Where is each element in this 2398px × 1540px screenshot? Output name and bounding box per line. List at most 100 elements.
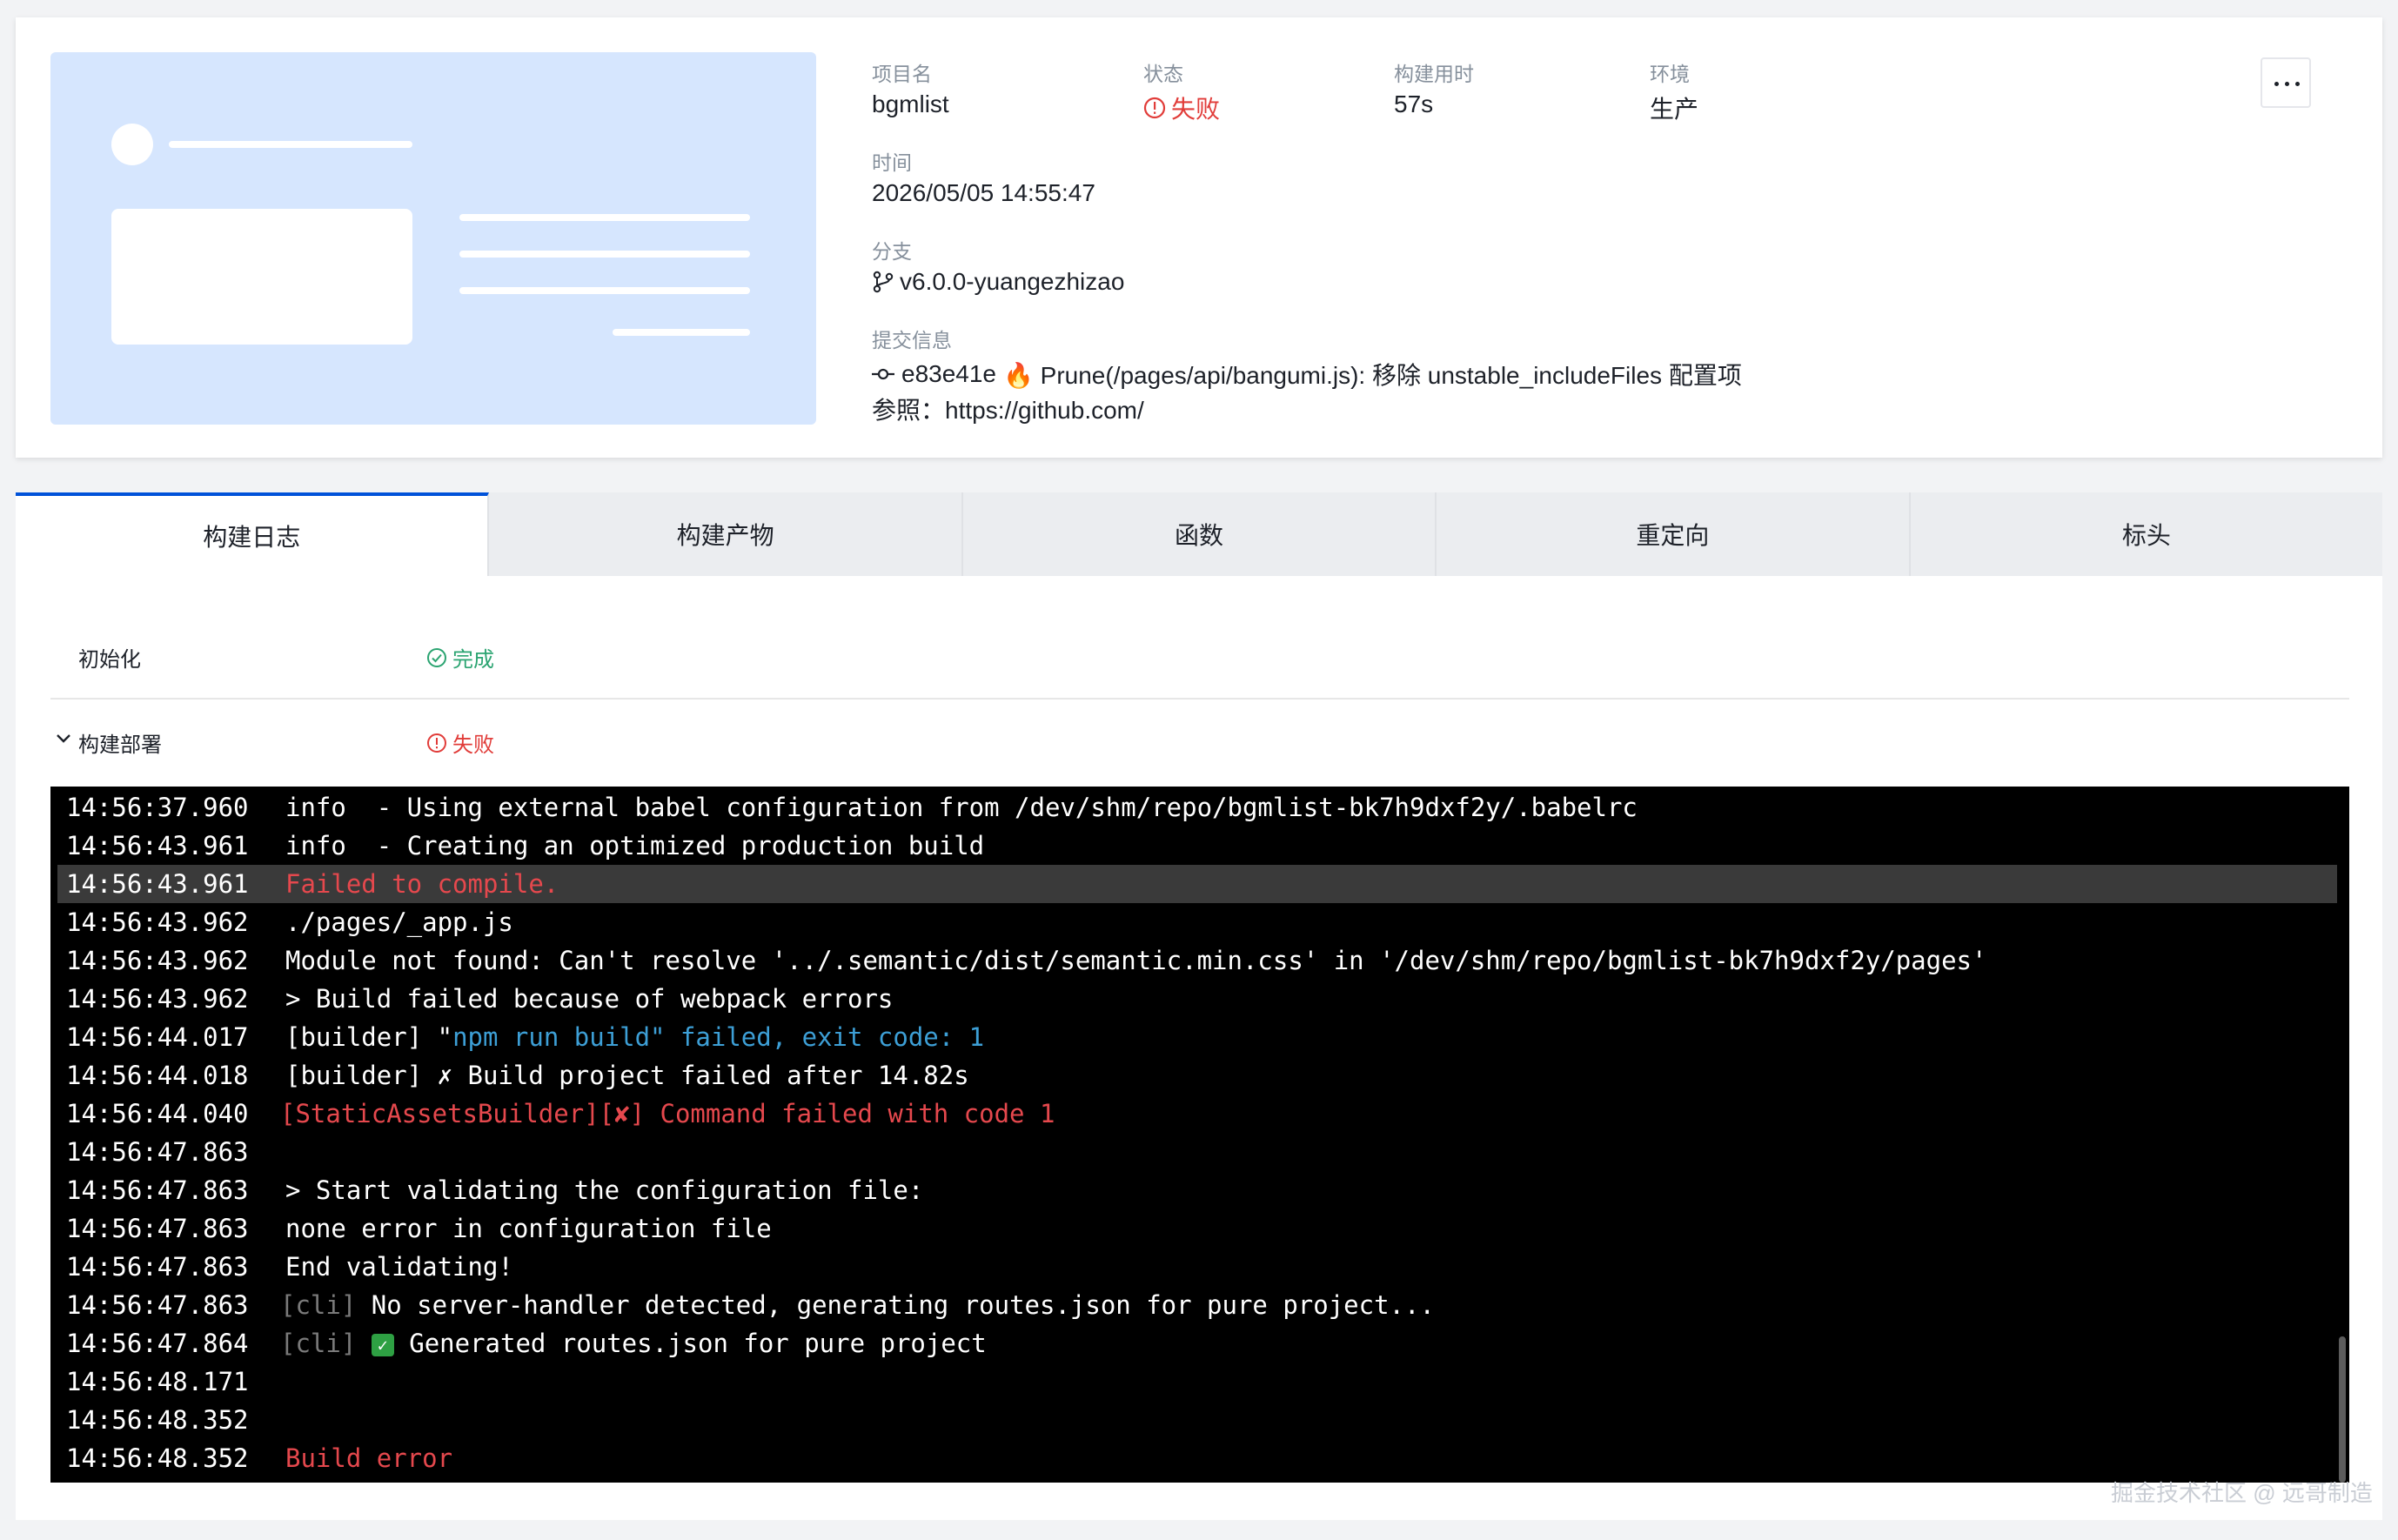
log-message: none error in configuration file <box>285 1214 772 1243</box>
log-message-part: [cli] <box>280 1290 357 1320</box>
log-message-part: [builder] " <box>285 1022 453 1052</box>
log-message: [builder] ✗ Build project failed after 1… <box>285 1061 969 1090</box>
log-line: 14:56:44.017 [builder] "npm run build" fa… <box>50 1018 2349 1056</box>
status-text: 失败 <box>1171 96 1221 123</box>
log-message: info - Using external babel configuratio… <box>285 793 1638 822</box>
log-message: ./pages/_app.js <box>285 907 513 937</box>
log-timestamp: 14:56:43.962 <box>66 907 249 937</box>
tab-build-artifacts[interactable]: 构建产物 <box>489 492 963 576</box>
tab-functions[interactable]: 函数 <box>963 492 1437 576</box>
stage-status-text: 完成 <box>452 648 494 672</box>
log-timestamp: 14:56:47.863 <box>66 1214 249 1243</box>
more-dot <box>2285 82 2289 86</box>
check-mark-icon: ✓ <box>371 1334 394 1356</box>
watermark: 掘金技术社区 @ 远哥制造 <box>2111 1480 2373 1506</box>
preview-avatar-shape <box>111 124 153 165</box>
log-line: 14:56:43.962 ./pages/_app.js <box>50 903 2349 941</box>
stage-row-init[interactable]: 初始化 完成 <box>16 576 2349 698</box>
log-line: 14:56:43.961 info - Creating an optimized… <box>50 827 2349 865</box>
check-circle-icon <box>427 647 446 667</box>
log-line: 14:56:47.863 > Start validating the confi… <box>50 1171 2349 1209</box>
branch-value[interactable]: v6.0.0-yuangezhizao <box>872 268 1124 296</box>
detail-tabs: 构建日志 构建产物 函数 重定向 标头 <box>16 492 2382 576</box>
status-value: 失败 <box>1143 90 1220 125</box>
log-timestamp: 14:56:47.863 <box>66 1252 249 1282</box>
log-timestamp: 14:56:48.171 <box>66 1367 249 1396</box>
site-preview-thumbnail[interactable] <box>50 52 816 425</box>
commit-ref[interactable]: 参照：https://github.com/ <box>872 392 1144 426</box>
log-message: Build error <box>285 1443 453 1473</box>
chevron-down-icon[interactable] <box>54 729 73 748</box>
commit-value[interactable]: e83e41e 🔥 Prune(/pages/api/bangumi.js): … <box>872 357 1742 392</box>
preview-line <box>613 329 750 336</box>
stage-name: 构建部署 <box>78 733 162 757</box>
log-message: End validating! <box>285 1252 513 1282</box>
deployment-summary-card: 项目名 bgmlist 状态 失败 构建用时 57s 环境 生产 时间 2026… <box>16 17 2382 458</box>
log-line-highlighted: 14:56:43.961 Failed to compile. <box>57 865 2337 903</box>
branch-label: 分支 <box>872 240 912 263</box>
log-line: 14:56:48.171 <box>50 1363 2349 1401</box>
log-line: 14:56:44.018 [builder] ✗ Build project fa… <box>50 1056 2349 1095</box>
commit-hash: e83e41e <box>901 360 997 387</box>
project-name: bgmlist <box>872 90 949 117</box>
log-message: [builder] "npm run build" failed, exit c… <box>285 1018 984 1056</box>
status-label: 状态 <box>1143 63 1183 85</box>
log-line: 14:56:47.863 none error in configuration … <box>50 1209 2349 1248</box>
log-timestamp: 14:56:48.352 <box>66 1443 249 1473</box>
build-log-panel: 初始化 完成 构建部署 失败 14:56:37.960 info - Using … <box>16 576 2382 1520</box>
log-timestamp: 14:56:44.017 <box>66 1022 249 1052</box>
time-value: 2026/05/05 14:55:47 <box>872 179 1095 206</box>
log-line: 14:56:47.864 [cli] ✓ Generated routes.jso… <box>50 1324 2349 1363</box>
preview-line <box>459 251 750 258</box>
log-message: > Start validating the configuration fil… <box>285 1175 924 1205</box>
log-line: 14:56:48.352 <box>50 1401 2349 1439</box>
commit-message: 🔥 Prune(/pages/api/bangumi.js): 移除 unsta… <box>1003 362 1742 389</box>
log-line: 14:56:43.962 Module not found: Can't reso… <box>50 941 2349 980</box>
log-line: 14:56:44.040 [StaticAssetsBuilder][✘] Com… <box>50 1095 2349 1133</box>
stage-row-build[interactable]: 构建部署 失败 <box>16 698 2349 785</box>
stage-status-text: 失败 <box>452 733 494 757</box>
env-label: 环境 <box>1650 63 1690 85</box>
git-branch-icon <box>873 271 894 293</box>
tab-redirects[interactable]: 重定向 <box>1437 492 1911 576</box>
log-message-part: [cli] <box>280 1329 357 1358</box>
tab-build-log[interactable]: 构建日志 <box>16 492 490 576</box>
log-timestamp: 14:56:44.018 <box>66 1061 249 1090</box>
project-name-label: 项目名 <box>872 63 932 85</box>
log-timestamp: 14:56:47.863 <box>66 1137 249 1167</box>
log-console[interactable]: 14:56:37.960 info - Using external babel … <box>50 787 2349 1483</box>
log-message-part: Generated routes.json for pure project <box>409 1329 987 1358</box>
log-message: > Build failed because of webpack errors <box>285 984 894 1014</box>
more-dot <box>2274 82 2279 86</box>
duration-value: 57s <box>1394 90 1434 117</box>
error-circle-icon <box>1143 97 1166 119</box>
log-timestamp: 14:56:43.961 <box>66 869 249 899</box>
log-line: 14:56:47.863 <box>50 1133 2349 1171</box>
branch-name: v6.0.0-yuangezhizao <box>900 268 1125 295</box>
more-actions-button[interactable] <box>2261 57 2311 108</box>
log-line: 14:56:37.960 info - Using external babel … <box>50 788 2349 827</box>
log-timestamp: 14:56:43.962 <box>66 946 249 975</box>
duration-label: 构建用时 <box>1394 63 1474 85</box>
tab-headers[interactable]: 标头 <box>1911 492 2382 576</box>
log-message: Module not found: Can't resolve '../.sem… <box>285 946 1987 975</box>
log-timestamp: 14:56:47.864 <box>66 1329 249 1358</box>
preview-line <box>459 214 750 221</box>
log-timestamp: 14:56:43.961 <box>66 831 249 860</box>
log-message: Failed to compile. <box>285 869 559 899</box>
log-timestamp: 14:56:43.962 <box>66 984 249 1014</box>
log-message-part: No server-handler detected, generating r… <box>356 1290 1435 1320</box>
log-message: info - Creating an optimized production … <box>285 831 985 860</box>
more-dot <box>2295 82 2300 86</box>
log-line: 14:56:47.863 [cli] No server-handler dete… <box>50 1286 2349 1324</box>
env-value: 生产 <box>1650 96 1699 123</box>
stage-status: 完成 <box>426 642 494 673</box>
time-label: 时间 <box>872 151 912 174</box>
preview-box <box>111 209 412 345</box>
log-timestamp: 14:56:37.960 <box>66 793 249 822</box>
log-timestamp: 14:56:48.352 <box>66 1405 249 1435</box>
preview-line <box>169 141 412 148</box>
log-line: 14:56:43.962 > Build failed because of we… <box>50 980 2349 1018</box>
log-scrollbar[interactable] <box>2339 1336 2346 1483</box>
log-message-part: npm run build" failed, exit code: 1 <box>452 1022 985 1052</box>
